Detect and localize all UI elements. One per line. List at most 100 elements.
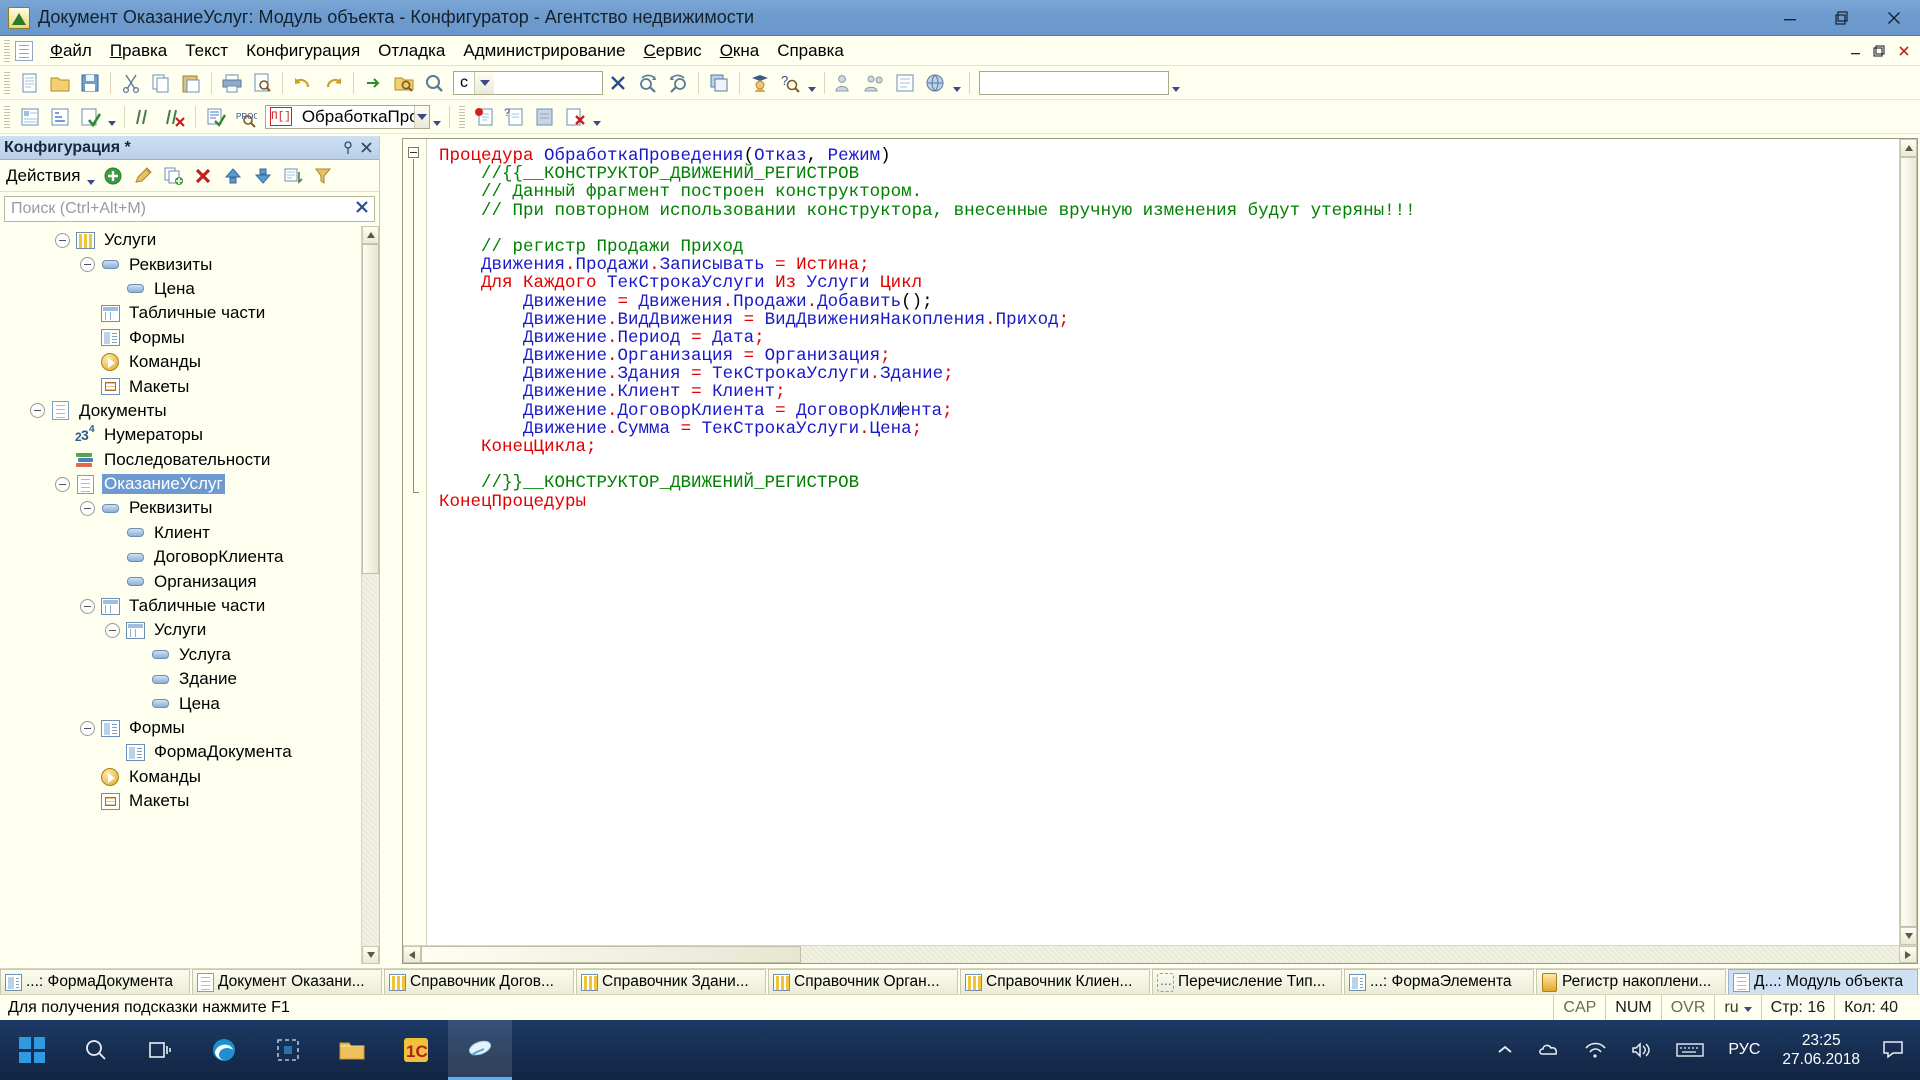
pin-icon[interactable] (339, 139, 357, 157)
windows-start-icon[interactable] (0, 1020, 64, 1080)
tree-item[interactable]: Документы (0, 399, 361, 423)
extra-combo[interactable] (979, 70, 1169, 95)
scroll-thumb[interactable] (362, 244, 379, 574)
tree-item[interactable]: Услуга (0, 643, 361, 667)
fold-collapse-icon[interactable] (408, 147, 419, 158)
scroll-up-button[interactable] (362, 226, 379, 244)
window-tab[interactable]: Д...: Модуль объекта (1728, 969, 1918, 994)
tree-item[interactable]: Макеты (0, 789, 361, 813)
wifi-icon[interactable] (1572, 1041, 1618, 1059)
chevron-down-icon[interactable] (105, 104, 119, 130)
tree-item[interactable]: Организация (0, 569, 361, 593)
uncomment-icon[interactable] (161, 103, 189, 131)
chevron-down-icon[interactable] (1743, 999, 1752, 1017)
configuration-tree[interactable]: Услуги Реквизиты Цена Табличные части Формы К… (0, 226, 361, 964)
action-center-icon[interactable] (1870, 1040, 1916, 1060)
tree-item[interactable]: Макеты (0, 374, 361, 398)
tree-item[interactable]: Табличные части (0, 301, 361, 325)
search-combo[interactable]: с (453, 70, 603, 95)
find-in-files-icon[interactable] (390, 69, 418, 97)
goto-icon[interactable] (360, 69, 388, 97)
cut-icon[interactable] (117, 69, 145, 97)
collapse-icon[interactable] (54, 232, 71, 249)
procedures-list-icon[interactable] (16, 103, 44, 131)
toolbar-grip-2[interactable] (4, 105, 10, 128)
chevron-down-icon[interactable] (414, 105, 429, 128)
help-search-icon[interactable]: ? (776, 69, 804, 97)
windows-list-icon[interactable] (705, 69, 733, 97)
window-tab[interactable]: Справочник Клиен... (960, 969, 1150, 994)
tree-item[interactable]: Формы (0, 326, 361, 350)
tree-item[interactable]: ОказаниеУслуг (0, 472, 361, 496)
menu-item-configuration[interactable]: Конфигурация (237, 38, 369, 64)
syntax-assistant-icon[interactable] (746, 69, 774, 97)
tree-item[interactable]: Табличные части (0, 594, 361, 618)
chevron-down-icon[interactable] (590, 104, 604, 130)
window-tab[interactable]: Перечисление Тип... (1152, 969, 1342, 994)
mdi-close-icon[interactable] (1892, 39, 1916, 63)
scroll-track[interactable] (362, 244, 379, 946)
editor-vertical-scrollbar[interactable] (1899, 139, 1917, 945)
onedrive-icon[interactable] (1526, 1042, 1572, 1058)
menu-item-administration[interactable]: Администрирование (454, 38, 634, 64)
actions-menu-button[interactable]: Действия (4, 166, 84, 186)
window-tab[interactable]: Документ Оказани... (192, 969, 382, 994)
user-list-icon[interactable] (831, 69, 859, 97)
clear-icon[interactable] (350, 199, 374, 219)
window-tab[interactable]: Справочник Здани... (576, 969, 766, 994)
scroll-track[interactable] (421, 946, 1899, 963)
find-next-icon[interactable] (634, 69, 662, 97)
redo-icon[interactable] (319, 69, 347, 97)
copy-item-icon[interactable] (159, 162, 187, 190)
syntax-check-icon[interactable] (76, 103, 104, 131)
find-procedure-icon[interactable]: PROC (232, 103, 260, 131)
toolbar-grip-1[interactable] (4, 71, 10, 94)
tree-item[interactable]: Цена (0, 277, 361, 301)
find-previous-icon[interactable] (664, 69, 692, 97)
tree-item[interactable]: Клиент (0, 521, 361, 545)
procedure-combo[interactable]: П[] ОбработкаПровед (265, 104, 430, 129)
collapse-icon[interactable] (29, 402, 46, 419)
scroll-track[interactable] (1900, 157, 1917, 927)
tree-item[interactable]: 2 3 4 Нумераторы (0, 423, 361, 447)
delete-item-icon[interactable] (189, 162, 217, 190)
window-tab[interactable]: ...: ФормаДокумента (0, 969, 190, 994)
tree-item[interactable]: Услуги (0, 618, 361, 642)
tree-item[interactable]: Команды (0, 350, 361, 374)
editor-horizontal-scrollbar[interactable] (403, 945, 1917, 963)
window-tab-strip[interactable]: ...: ФормаДокумента Документ Оказани... Сп… (0, 968, 1920, 994)
undo-icon[interactable] (289, 69, 317, 97)
scroll-left-button[interactable] (403, 946, 421, 963)
search-icon[interactable] (420, 69, 448, 97)
configuration-search-box[interactable]: Поиск (Ctrl+Alt+M) (4, 196, 375, 222)
scroll-thumb[interactable] (421, 946, 801, 963)
menu-item-help[interactable]: Справка (768, 38, 853, 64)
collapse-icon[interactable] (104, 622, 121, 639)
tree-item[interactable]: Здание (0, 667, 361, 691)
edit-item-icon[interactable] (129, 162, 157, 190)
tree-item[interactable]: Команды (0, 765, 361, 789)
menu-item-edit[interactable]: Правка (101, 38, 176, 64)
close-panel-icon[interactable] (357, 139, 375, 157)
code-editor-body[interactable]: Процедура ОбработкаПроведения(Отказ, Реж… (403, 139, 1917, 945)
mdi-minimize-icon[interactable] (1844, 39, 1868, 63)
window-tab[interactable]: ...: ФормаЭлемента (1344, 969, 1534, 994)
disable-breakpoints-icon[interactable] (531, 103, 559, 131)
save-icon[interactable] (76, 69, 104, 97)
move-down-icon[interactable] (249, 162, 277, 190)
procedure-combo-value[interactable]: ОбработкаПровед (296, 107, 414, 127)
window-tab[interactable]: Справочник Орган... (768, 969, 958, 994)
task-view-icon[interactable] (128, 1020, 192, 1080)
toolbar-grip-3[interactable] (459, 105, 465, 128)
1c-taskbar-icon[interactable]: 1C (384, 1020, 448, 1080)
tree-item[interactable]: Реквизиты (0, 252, 361, 276)
active-users-icon[interactable] (861, 69, 889, 97)
tree-item[interactable]: ДоговорКлиента (0, 545, 361, 569)
tree-item[interactable]: Формы (0, 716, 361, 740)
paint-icon[interactable] (448, 1020, 512, 1080)
filter-items-icon[interactable] (309, 162, 337, 190)
tree-item[interactable]: ФормаДокумента (0, 740, 361, 764)
tree-item[interactable]: Услуги (0, 228, 361, 252)
clear-search-icon[interactable] (604, 69, 632, 97)
sort-items-icon[interactable] (279, 162, 307, 190)
